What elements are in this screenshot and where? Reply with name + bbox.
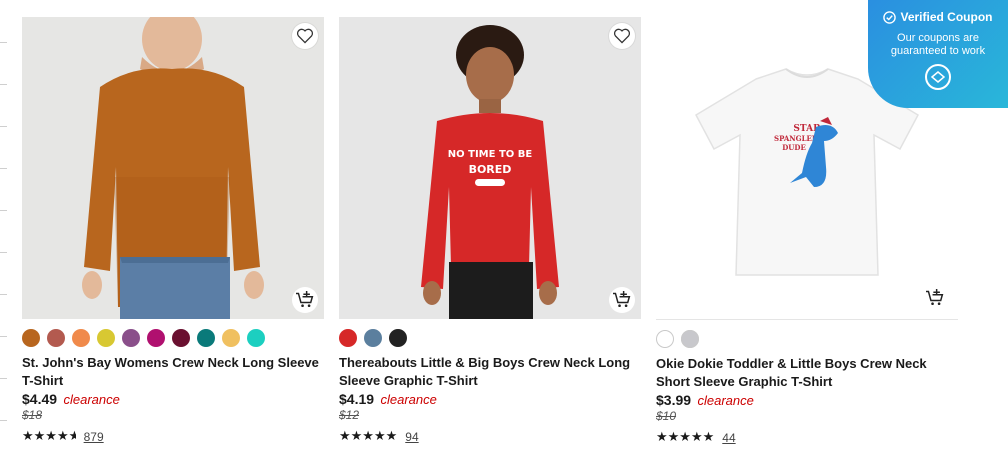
sale-price: $4.49 xyxy=(22,391,58,407)
color-swatches xyxy=(22,328,324,348)
review-count-link[interactable]: 94 xyxy=(405,430,418,444)
rating-row: ★★★★★ 879 xyxy=(22,429,324,445)
add-to-cart-button[interactable] xyxy=(609,287,635,313)
star-rating: ★★★★★ xyxy=(22,429,76,444)
color-swatch[interactable] xyxy=(222,329,240,347)
price-row: $4.19 clearance xyxy=(339,391,641,408)
shirt-graphic-text: DUDE xyxy=(782,143,806,152)
add-to-cart-icon xyxy=(296,291,314,308)
coupon-subtitle: Our coupons are guaranteed to work xyxy=(890,32,986,57)
color-swatch[interactable] xyxy=(681,330,699,348)
shirt-graphic-text: NO TIME TO BE xyxy=(448,149,533,160)
original-price: $10 xyxy=(656,409,677,423)
heart-icon xyxy=(296,28,314,44)
star-rating: ★★★★★ xyxy=(339,429,398,444)
color-swatch[interactable] xyxy=(389,329,407,347)
product-photo-boys-red-tee: NO TIME TO BE BORED xyxy=(339,17,641,319)
clearance-tag: clearance xyxy=(63,392,120,407)
sale-price: $3.99 xyxy=(656,392,692,408)
add-to-cart-icon xyxy=(926,289,944,306)
shirt-graphic-text: BORED xyxy=(469,163,512,176)
original-price: $12 xyxy=(339,408,360,422)
color-swatch[interactable] xyxy=(339,329,357,347)
rating-row: ★★★★★ 94 xyxy=(339,429,641,445)
clearance-tag: clearance xyxy=(380,392,437,407)
sale-price: $4.19 xyxy=(339,391,375,407)
original-price: $18 xyxy=(22,408,43,422)
price-row: $3.99 clearance xyxy=(656,392,958,409)
verified-coupon-badge[interactable]: Verified Coupon Our coupons are guarante… xyxy=(868,0,1008,108)
rating-row: ★★★★★ 44 xyxy=(656,430,958,446)
color-swatch[interactable] xyxy=(22,329,40,347)
review-count-link[interactable]: 44 xyxy=(722,431,735,445)
color-swatch[interactable] xyxy=(247,329,265,347)
add-to-cart-button[interactable] xyxy=(922,285,948,311)
price-row: $4.49 clearance xyxy=(22,391,324,408)
color-swatch[interactable] xyxy=(656,330,674,348)
color-swatch[interactable] xyxy=(122,329,140,347)
product-card[interactable]: NO TIME TO BE BORED Thereabouts Little &… xyxy=(339,17,641,444)
color-swatch[interactable] xyxy=(47,329,65,347)
color-swatch[interactable] xyxy=(364,329,382,347)
add-to-cart-button[interactable] xyxy=(292,287,318,313)
product-image[interactable]: NO TIME TO BE BORED xyxy=(339,17,641,319)
color-swatch[interactable] xyxy=(172,329,190,347)
product-title[interactable]: St. John's Bay Womens Crew Neck Long Sle… xyxy=(22,354,324,390)
shirt-graphic-text: SPANGLED xyxy=(774,134,818,143)
clearance-tag: clearance xyxy=(697,393,754,408)
left-edge-ticks xyxy=(0,0,8,462)
color-swatch[interactable] xyxy=(97,329,115,347)
favorite-button[interactable] xyxy=(292,23,318,49)
color-swatch[interactable] xyxy=(72,329,90,347)
favorite-button[interactable] xyxy=(609,23,635,49)
color-swatches xyxy=(656,329,958,349)
coupon-logo-glyph xyxy=(931,71,945,83)
color-swatches xyxy=(339,328,641,348)
review-count-link[interactable]: 879 xyxy=(84,430,104,444)
color-swatch[interactable] xyxy=(147,329,165,347)
product-title[interactable]: Thereabouts Little & Big Boys Crew Neck … xyxy=(339,354,641,390)
heart-icon xyxy=(613,28,631,44)
product-card[interactable]: St. John's Bay Womens Crew Neck Long Sle… xyxy=(22,17,324,444)
product-title[interactable]: Okie Dokie Toddler & Little Boys Crew Ne… xyxy=(656,355,958,391)
coupon-header: Verified Coupon xyxy=(868,10,1008,24)
add-to-cart-icon xyxy=(613,291,631,308)
color-swatch[interactable] xyxy=(197,329,215,347)
coupon-title: Verified Coupon xyxy=(900,10,993,24)
coupon-logo-icon[interactable] xyxy=(925,64,951,90)
check-circle-icon xyxy=(883,10,897,24)
product-photo-womens-tee xyxy=(22,17,324,319)
star-rating: ★★★★★ xyxy=(656,430,715,445)
product-image[interactable] xyxy=(22,17,324,319)
